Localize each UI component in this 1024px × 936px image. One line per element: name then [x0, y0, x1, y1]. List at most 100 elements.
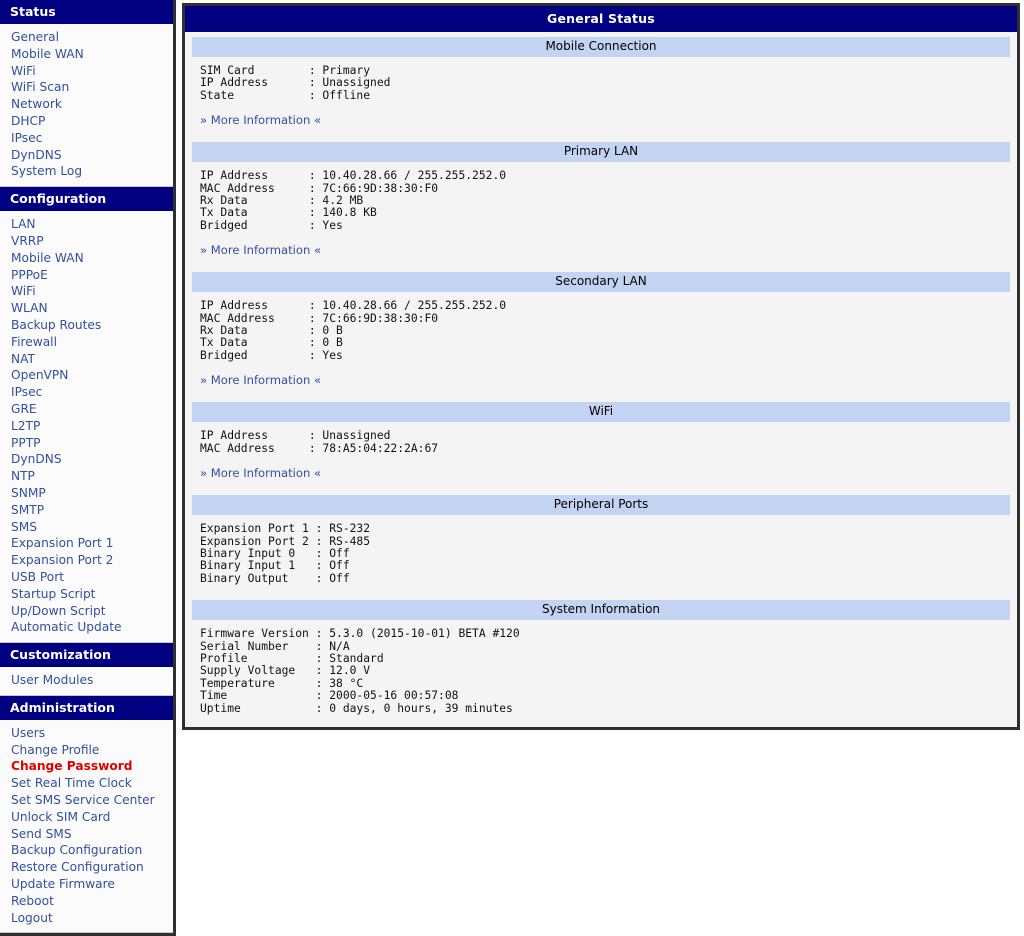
key-value-row: State : Offline [200, 88, 371, 102]
sidebar-item-expansion-port-1[interactable]: Expansion Port 1 [0, 535, 173, 552]
sidebar-item-users[interactable]: Users [0, 725, 173, 742]
sidebar-item-general[interactable]: General [0, 29, 173, 46]
key-value-row: Tx Data : 140.8 KB [200, 206, 377, 220]
section-body: IP Address : 10.40.28.66 / 255.255.252.0… [192, 162, 1010, 261]
sidebar-item-expansion-port-2[interactable]: Expansion Port 2 [0, 552, 173, 569]
sidebar-navigation: Status General Mobile WAN WiFi WiFi Scan Netw… [0, 0, 176, 936]
page-root: Status General Mobile WAN WiFi WiFi Scan Netw… [0, 0, 1024, 936]
sidebar-item-dhcp[interactable]: DHCP [0, 113, 173, 130]
more-information-link[interactable]: » More Information « [200, 373, 321, 387]
sidebar-item-pppoe[interactable]: PPPoE [0, 267, 173, 284]
sidebar-group-header: Administration [0, 695, 173, 720]
sidebar-item-logout[interactable]: Logout [0, 910, 173, 927]
section-body: SIM Card : Primary IP Address : Unassigne… [192, 57, 1010, 131]
sidebar-item-backup-configuration[interactable]: Backup Configuration [0, 842, 173, 859]
sidebar-group-items: Users Change Profile Change Password Set Re… [0, 719, 173, 934]
sidebar-item-send-sms[interactable]: Send SMS [0, 826, 173, 843]
sidebar-group-administration: Administration Users Change Profile Change … [0, 695, 173, 934]
sidebar-item-nat[interactable]: NAT [0, 351, 173, 368]
sidebar-item-change-password[interactable]: Change Password [0, 758, 173, 775]
key-value-row: Expansion Port 1 : RS-232 [200, 522, 371, 536]
sidebar-item-set-real-time-clock[interactable]: Set Real Time Clock [0, 775, 173, 792]
sidebar-item-restore-configuration[interactable]: Restore Configuration [0, 859, 173, 876]
sidebar-item-wlan[interactable]: WLAN [0, 300, 173, 317]
sidebar-item-change-profile[interactable]: Change Profile [0, 742, 173, 759]
sidebar-item-gre[interactable]: GRE [0, 401, 173, 418]
sidebar-item-smtp[interactable]: SMTP [0, 502, 173, 519]
key-value-row: Firmware Version : 5.3.0 (2015-10-01) BE… [200, 627, 520, 641]
sidebar-item-startup-script[interactable]: Startup Script [0, 586, 173, 603]
key-value-row: Time : 2000-05-16 00:57:08 [200, 689, 459, 703]
key-value-row: Bridged : Yes [200, 348, 343, 362]
key-value-row: MAC Address : 78:A5:04:22:2A:67 [200, 441, 439, 455]
sidebar-item-wifi[interactable]: WiFi [0, 63, 173, 80]
sidebar-group-customization: Customization User Modules [0, 643, 173, 696]
section-body: Expansion Port 1 : RS-232 Expansion Port … [192, 515, 1010, 589]
key-value-row: IP Address : 10.40.28.66 / 255.255.252.0 [200, 299, 507, 313]
sidebar-item-dyndns[interactable]: DynDNS [0, 451, 173, 468]
page-title: General Status [185, 6, 1017, 32]
sidebar-item-snmp[interactable]: SNMP [0, 485, 173, 502]
sidebar-item-mobile-wan[interactable]: Mobile WAN [0, 250, 173, 267]
sidebar-group-configuration: Configuration LAN VRRP Mobile WAN PPPoE WiFi W… [0, 187, 173, 644]
key-value-row: Tx Data : 0 B [200, 336, 343, 350]
sidebar-group-items: General Mobile WAN WiFi WiFi Scan Network DHC… [0, 24, 173, 188]
sidebar-item-lan[interactable]: LAN [0, 216, 173, 233]
sidebar-item-mobile-wan[interactable]: Mobile WAN [0, 46, 173, 63]
status-section: Peripheral Ports Expansion Port 1 : RS-23… [192, 495, 1010, 589]
key-value-table: IP Address : Unassigned MAC Address : 78:… [200, 429, 1010, 455]
sidebar-item-openvpn[interactable]: OpenVPN [0, 367, 173, 384]
sidebar-item-user-modules[interactable]: User Modules [0, 672, 173, 689]
sidebar-item-automatic-update[interactable]: Automatic Update [0, 619, 173, 636]
sidebar-item-firewall[interactable]: Firewall [0, 334, 173, 351]
status-sections: Mobile Connection SIM Card : Primary IP Ad… [185, 32, 1017, 727]
status-section: WiFi IP Address : Unassigned MAC Address :… [192, 402, 1010, 484]
sidebar-group-header: Status [0, 0, 173, 24]
key-value-table: Expansion Port 1 : RS-232 Expansion Port … [200, 522, 1010, 585]
sidebar-item-ipsec[interactable]: IPsec [0, 130, 173, 147]
sidebar-item-backup-routes[interactable]: Backup Routes [0, 317, 173, 334]
section-header: Secondary LAN [192, 272, 1010, 293]
section-header: Primary LAN [192, 142, 1010, 163]
key-value-table: Firmware Version : 5.3.0 (2015-10-01) BE… [200, 627, 1010, 715]
sidebar-group-header: Configuration [0, 187, 173, 212]
sidebar-item-vrrp[interactable]: VRRP [0, 233, 173, 250]
key-value-row: Binary Output : Off [200, 571, 350, 585]
sidebar-item-pptp[interactable]: PPTP [0, 435, 173, 452]
sidebar-item-unlock-sim-card[interactable]: Unlock SIM Card [0, 809, 173, 826]
sidebar-item-update-firmware[interactable]: Update Firmware [0, 876, 173, 893]
status-section: Secondary LAN IP Address : 10.40.28.66 / … [192, 272, 1010, 391]
section-header: System Information [192, 600, 1010, 621]
section-header: WiFi [192, 402, 1010, 423]
sidebar-item-wifi[interactable]: WiFi [0, 283, 173, 300]
section-body: Firmware Version : 5.3.0 (2015-10-01) BE… [192, 620, 1010, 719]
sidebar-item-l2tp[interactable]: L2TP [0, 418, 173, 435]
sidebar-item-ntp[interactable]: NTP [0, 468, 173, 485]
general-status-panel: General Status Mobile Connection SIM Card… [182, 3, 1020, 730]
sidebar-item-ipsec[interactable]: IPsec [0, 384, 173, 401]
more-information-link[interactable]: » More Information « [200, 243, 321, 257]
sidebar-item-reboot[interactable]: Reboot [0, 893, 173, 910]
key-value-table: SIM Card : Primary IP Address : Unassigne… [200, 64, 1010, 102]
section-header: Mobile Connection [192, 37, 1010, 57]
sidebar-item-set-sms-service-center[interactable]: Set SMS Service Center [0, 792, 173, 809]
sidebar-item-usb-port[interactable]: USB Port [0, 569, 173, 586]
sidebar-item-dyndns[interactable]: DynDNS [0, 147, 173, 164]
sidebar-item-wifi-scan[interactable]: WiFi Scan [0, 79, 173, 96]
key-value-table: IP Address : 10.40.28.66 / 255.255.252.0… [200, 169, 1010, 232]
sidebar-item-system-log[interactable]: System Log [0, 163, 173, 180]
more-information-link[interactable]: » More Information « [200, 113, 321, 127]
sidebar-item-sms[interactable]: SMS [0, 519, 173, 536]
key-value-row: IP Address : Unassigned [200, 429, 391, 443]
sidebar-item-up-down-script[interactable]: Up/Down Script [0, 603, 173, 620]
key-value-row: IP Address : 10.40.28.66 / 255.255.252.0 [200, 169, 507, 183]
section-header: Peripheral Ports [192, 495, 1010, 516]
sidebar-item-network[interactable]: Network [0, 96, 173, 113]
section-body: IP Address : 10.40.28.66 / 255.255.252.0… [192, 292, 1010, 391]
more-information-link[interactable]: » More Information « [200, 466, 321, 480]
